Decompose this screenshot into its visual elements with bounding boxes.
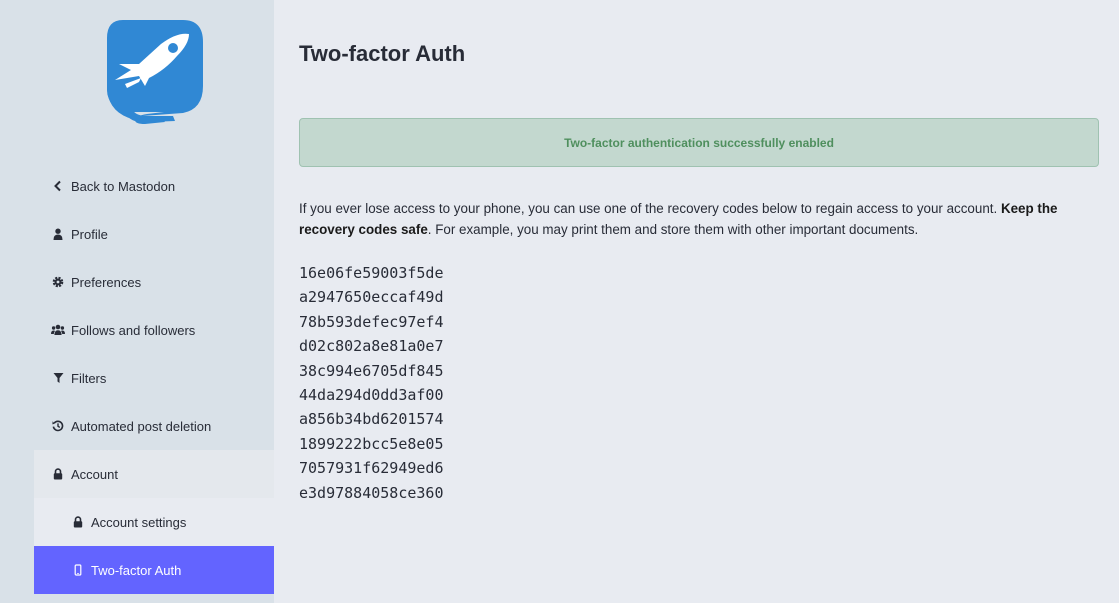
- recovery-code: a2947650eccaf49d: [299, 288, 444, 307]
- mobile-icon: [71, 563, 85, 577]
- sidebar-item-label: Filters: [71, 370, 107, 386]
- sidebar-item-label: Back to Mastodon: [71, 178, 176, 194]
- lock-icon: [51, 467, 65, 481]
- recovery-code: e3d97884058ce360: [299, 483, 444, 502]
- sidebar-item-label: Account settings: [91, 514, 187, 530]
- sidebar-item-label: Two-factor Auth: [91, 562, 182, 578]
- sidebar-item-account-settings[interactable]: Account settings: [34, 498, 274, 546]
- sidebar-item-label: Account: [71, 466, 118, 482]
- recovery-info-text: If you ever lose access to your phone, y…: [299, 198, 1099, 240]
- sidebar-item-account[interactable]: Account: [34, 450, 274, 498]
- lock-icon: [71, 515, 85, 529]
- sidebar-item-label: Follows and followers: [71, 322, 196, 338]
- mastodon-logo-icon[interactable]: [105, 20, 203, 124]
- page-title: Two-factor Auth: [299, 41, 466, 66]
- settings-nav: Back to Mastodon Profile Preferences Fol…: [34, 162, 274, 594]
- alert-message: Two-factor authentication successfully e…: [564, 135, 834, 150]
- sidebar-item-label: Preferences: [71, 274, 142, 290]
- sidebar-item-back-to-mastodon[interactable]: Back to Mastodon: [34, 162, 274, 210]
- recovery-code: 1899222bcc5e8e05: [299, 434, 444, 453]
- sidebar-item-filters[interactable]: Filters: [34, 354, 274, 402]
- filter-icon: [51, 371, 65, 385]
- info-text-before: If you ever lose access to your phone, y…: [299, 201, 1001, 216]
- recovery-code: 78b593defec97ef4: [299, 312, 444, 331]
- users-icon: [51, 323, 65, 337]
- sidebar-item-label: Automated post deletion: [71, 418, 212, 434]
- sidebar-item-label: Profile: [71, 226, 108, 242]
- recovery-code: 16e06fe59003f5de: [299, 264, 444, 282]
- page: Back to Mastodon Profile Preferences Fol…: [0, 0, 1119, 603]
- recovery-code: a856b34bd6201574: [299, 410, 444, 429]
- gear-icon: [51, 275, 65, 289]
- sidebar-item-follows-and-followers[interactable]: Follows and followers: [34, 306, 274, 354]
- recovery-code: 38c994e6705df845: [299, 361, 444, 380]
- sidebar-item-preferences[interactable]: Preferences: [34, 258, 274, 306]
- sidebar-item-profile[interactable]: Profile: [34, 210, 274, 258]
- recovery-code: 7057931f62949ed6: [299, 459, 444, 478]
- history-icon: [51, 419, 65, 433]
- success-alert: Two-factor authentication successfully e…: [299, 118, 1099, 167]
- recovery-code: d02c802a8e81a0e7: [299, 337, 444, 356]
- recovery-code: 44da294d0dd3af00: [299, 386, 444, 405]
- sidebar-item-automated-post-deletion[interactable]: Automated post deletion: [34, 402, 274, 450]
- chevron-left-icon: [51, 179, 65, 193]
- sidebar-item-two-factor-auth[interactable]: Two-factor Auth: [34, 546, 274, 594]
- user-icon: [51, 227, 65, 241]
- info-text-after: . For example, you may print them and st…: [427, 222, 919, 237]
- recovery-codes-list: 16e06fe59003f5de a2947650eccaf49d 78b593…: [299, 261, 444, 505]
- sidebar: Back to Mastodon Profile Preferences Fol…: [0, 0, 274, 603]
